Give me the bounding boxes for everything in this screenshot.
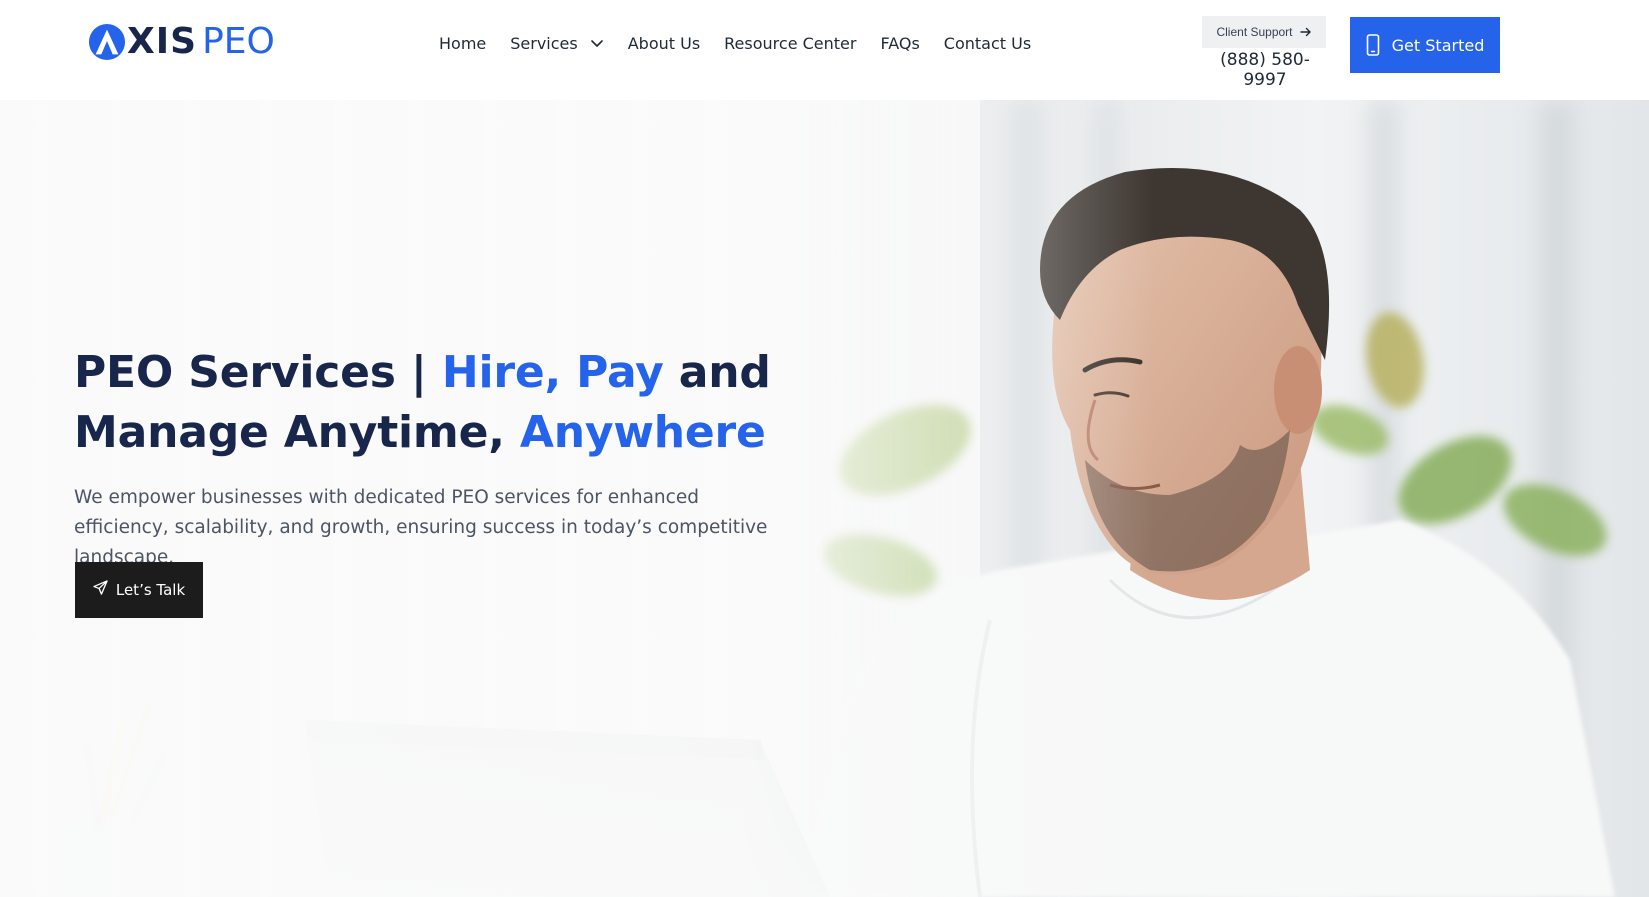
site-logo[interactable]: XIS PEO (88, 22, 275, 62)
nav-item-services[interactable]: Services (510, 34, 603, 53)
hero-title-highlight-2: Anywhere (519, 407, 766, 458)
hero-subtitle: We empower businesses with dedicated PEO… (74, 487, 768, 568)
main-nav: Home Services About Us Resource Center F… (439, 30, 1055, 56)
nav-item-contact-us[interactable]: Contact Us (944, 34, 1031, 53)
get-started-button[interactable]: Get Started (1350, 17, 1500, 73)
arrow-right-icon (1299, 27, 1311, 37)
client-support-button[interactable]: Client Support (1202, 16, 1326, 48)
hero-title-highlight-1: Hire, Pay (441, 347, 664, 398)
nav-item-faqs[interactable]: FAQs (880, 34, 919, 53)
site-header: XIS PEO Home Services About Us Resource … (0, 0, 1649, 100)
logo-primary-text: XIS (127, 21, 198, 62)
hero-title-text-1: PEO Services | (74, 347, 442, 398)
paper-plane-icon (93, 579, 108, 595)
get-started-label: Get Started (1391, 35, 1485, 55)
hero-title: PEO Services | Hire, Pay and Manage Anyt… (74, 343, 934, 463)
phone-link[interactable]: (888) 580-9997 (1202, 50, 1328, 90)
hero-section: PEO Services | Hire, Pay and Manage Anyt… (0, 100, 1649, 897)
logo-secondary-text: PEO (202, 21, 275, 62)
lets-talk-label: Let’s Talk (115, 581, 186, 599)
mobile-phone-icon (1366, 34, 1379, 56)
nav-item-resource-center[interactable]: Resource Center (724, 34, 856, 53)
logo-mark-icon (88, 23, 126, 61)
chevron-down-icon[interactable] (590, 36, 604, 50)
client-support-label: Client Support (1216, 25, 1293, 39)
lets-talk-button[interactable]: Let’s Talk (75, 562, 203, 618)
nav-item-home[interactable]: Home (439, 34, 486, 53)
nav-item-about-us[interactable]: About Us (628, 34, 700, 53)
nav-item-services-label: Services (510, 33, 578, 53)
